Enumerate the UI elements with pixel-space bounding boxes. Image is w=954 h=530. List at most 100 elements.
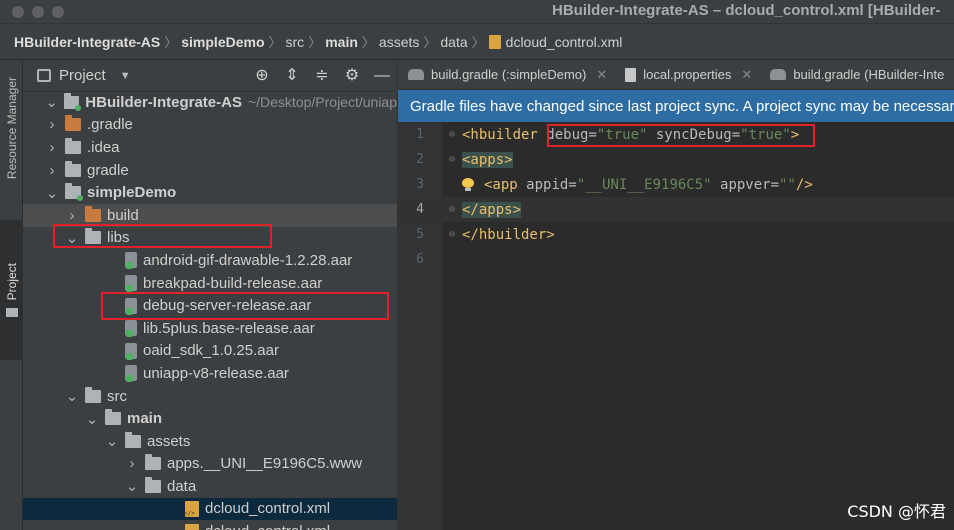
folder-icon	[5, 308, 18, 318]
project-view-selector[interactable]: Project	[59, 67, 106, 84]
folder-icon	[145, 476, 161, 493]
window-controls[interactable]	[12, 5, 64, 18]
xml-tag: </hbuilder>	[462, 226, 555, 243]
breadcrumb-item[interactable]: assets	[379, 34, 419, 50]
gradle-sync-notice[interactable]: Gradle files have changed since last pro…	[398, 90, 954, 122]
close-window-button[interactable]	[12, 5, 24, 18]
tree-item[interactable]: uniapp-v8-release.aar	[23, 362, 397, 385]
xml-tag: </apps>	[462, 201, 522, 218]
zoom-window-button[interactable]	[52, 5, 64, 18]
breadcrumb-item[interactable]: dcloud_control.xml	[506, 34, 623, 50]
tree-item[interactable]: lib.5plus.base-release.aar	[23, 317, 397, 340]
breadcrumb-item[interactable]: data	[440, 34, 467, 50]
chevron-down-icon[interactable]: ⌄	[65, 387, 79, 405]
xml-attr: appid=	[526, 176, 577, 193]
hide-icon[interactable]: —	[373, 67, 391, 85]
excluded-folder-icon	[85, 205, 101, 222]
tree-item[interactable]: dcloud_control.xml	[23, 520, 397, 530]
chevron-right-icon[interactable]: ›	[45, 162, 59, 179]
tab-local-properties[interactable]: local.properties ✕	[615, 60, 760, 89]
chevron-down-icon[interactable]: ⌄	[45, 93, 58, 111]
fold-icon[interactable]: ⊖	[442, 154, 462, 165]
expand-all-icon[interactable]: ⇕	[283, 67, 301, 85]
breadcrumb-item[interactable]: simpleDemo	[181, 34, 264, 50]
project-tree: ⌄ HBuilder-Integrate-AS ~/Desktop/Project/…	[23, 91, 397, 530]
settings-icon[interactable]: ⚙	[343, 67, 361, 85]
line-number: 5	[416, 227, 424, 242]
title-bar: HBuilder-Integrate-AS – dcloud_control.x…	[0, 0, 954, 24]
breadcrumb-item[interactable]: HBuilder-Integrate-AS	[14, 34, 160, 50]
tree-item[interactable]: › gradle	[23, 159, 397, 182]
chevron-down-icon[interactable]: ▼	[120, 70, 131, 82]
lightbulb-icon[interactable]	[462, 177, 474, 192]
tree-item-label: android-gif-drawable-1.2.28.aar	[143, 251, 353, 269]
tree-item[interactable]: ⌄ main	[23, 407, 397, 430]
fold-icon[interactable]: ⊖	[442, 129, 462, 140]
breadcrumb: HBuilder-Integrate-AS 〉 simpleDemo 〉 src…	[0, 24, 954, 60]
chevron-down-icon[interactable]: ⌄	[45, 184, 59, 202]
code-editor[interactable]: 1 ⊖ <hbuilder debug= "true" syncDebug= "tr…	[398, 122, 954, 530]
fold-icon[interactable]: ⊖	[442, 229, 462, 240]
properties-icon	[625, 67, 637, 82]
tree-item[interactable]: › apps.__UNI__E9196C5.www	[23, 453, 397, 476]
folder-icon	[125, 431, 141, 448]
chevron-right-icon[interactable]: ›	[125, 455, 139, 472]
chevron-down-icon[interactable]: ⌄	[125, 477, 139, 495]
tree-item[interactable]: › .gradle	[23, 114, 397, 137]
module-icon	[65, 183, 83, 202]
tree-item[interactable]: breakpad-build-release.aar	[23, 272, 397, 295]
chevron-right-icon[interactable]: ›	[45, 139, 59, 156]
tree-item[interactable]: › .idea	[23, 136, 397, 159]
tab-project-label: Project	[4, 262, 19, 301]
tree-item-label: main	[127, 410, 163, 428]
tab-project[interactable]: Project	[0, 220, 23, 360]
tree-item[interactable]: android-gif-drawable-1.2.28.aar	[23, 249, 397, 272]
tree-item[interactable]: › build	[23, 203, 397, 227]
chevron-right-icon[interactable]: ›	[45, 116, 59, 133]
target-icon[interactable]: ⊕	[253, 67, 271, 85]
xml-file-icon	[185, 523, 199, 530]
tree-item[interactable]: ⌄ simpleDemo	[23, 181, 397, 204]
chevron-down-icon[interactable]: ⌄	[85, 410, 99, 428]
tab-resource-manager[interactable]: Resource Manager	[0, 68, 23, 188]
tree-item-label: libs	[107, 229, 130, 247]
code-line[interactable]: 1 ⊖ <hbuilder debug= "true" syncDebug= "tr…	[398, 122, 954, 147]
tree-item[interactable]: debug-server-release.aar	[23, 294, 397, 317]
chevron-right-icon[interactable]: ›	[65, 207, 79, 224]
fold-icon[interactable]: ⊖	[442, 204, 462, 215]
tree-item[interactable]: ⌄ assets	[23, 430, 397, 453]
tree-item[interactable]: ⌄ HBuilder-Integrate-AS ~/Desktop/Project/…	[23, 91, 397, 114]
collapse-all-icon[interactable]: ≑	[313, 67, 331, 85]
gradle-icon	[770, 69, 787, 80]
chevron-down-icon[interactable]: ⌄	[65, 229, 79, 247]
tree-item[interactable]: oaid_sdk_1.0.25.aar	[23, 340, 397, 363]
tree-item[interactable]: ⌄ libs	[23, 227, 397, 250]
aar-file-icon	[125, 252, 137, 270]
close-icon[interactable]: ✕	[741, 67, 752, 83]
tree-item-label: uniapp-v8-release.aar	[143, 364, 289, 382]
tree-item[interactable]: ⌄ src	[23, 385, 397, 408]
tab-label: build.gradle (:simpleDemo)	[431, 67, 587, 82]
xml-tag: <app	[484, 176, 527, 193]
tab-build-gradle-simpledemo[interactable]: build.gradle (:simpleDemo) ✕	[398, 60, 615, 89]
code-line[interactable]: 2 ⊖ <apps>	[398, 147, 954, 172]
code-line-current[interactable]: 4 ⊖ </apps>	[398, 197, 954, 222]
line-number: 6	[416, 252, 424, 267]
tree-item-label: gradle	[87, 161, 129, 179]
xml-file-icon	[488, 34, 501, 49]
breadcrumb-item[interactable]: src	[286, 34, 305, 50]
excluded-folder-icon	[65, 115, 81, 132]
code-line[interactable]: 6	[398, 247, 954, 272]
close-icon[interactable]: ✕	[596, 67, 607, 83]
code-line[interactable]: 5 ⊖ </hbuilder>	[398, 222, 954, 247]
breadcrumb-separator-icon: 〉	[268, 35, 282, 50]
minimize-window-button[interactable]	[32, 5, 44, 18]
tree-item[interactable]: ⌄ data	[23, 475, 397, 498]
code-line[interactable]: 3 <app appid= "__UNI__E9196C5" appver= "" /…	[398, 172, 954, 197]
aar-file-icon	[125, 320, 137, 338]
tab-build-gradle-project[interactable]: build.gradle (HBuilder-Inte	[760, 60, 952, 89]
tree-item-label: .idea	[87, 138, 120, 156]
chevron-down-icon[interactable]: ⌄	[105, 432, 119, 450]
breadcrumb-item[interactable]: main	[325, 34, 358, 50]
tree-item[interactable]: dcloud_control.xml	[23, 497, 397, 521]
